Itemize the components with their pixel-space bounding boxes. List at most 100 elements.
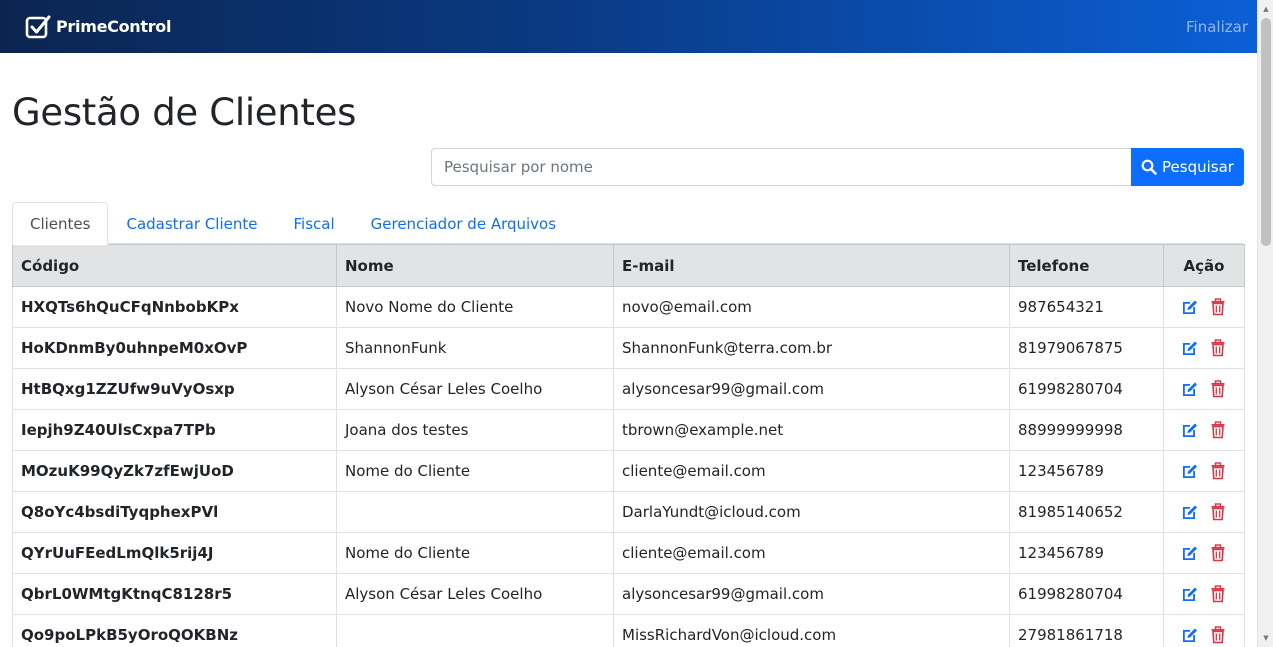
cell-email: cliente@email.com: [613, 532, 1010, 574]
search-input[interactable]: [431, 148, 1131, 186]
cell-nome: [336, 491, 614, 533]
edit-icon[interactable]: [1181, 503, 1199, 521]
checkbox-logo-icon: [25, 15, 51, 38]
trash-icon[interactable]: [1209, 503, 1227, 521]
cell-telefone: 88999999998: [1009, 409, 1164, 451]
cell-codigo: QYrUuFEedLmQlk5rij4J: [12, 532, 337, 574]
column-header-telefone: Telefone: [1009, 244, 1164, 287]
edit-icon[interactable]: [1181, 421, 1199, 439]
trash-icon[interactable]: [1209, 339, 1227, 357]
cell-codigo: MOzuK99QyZk7zfEwjUoD: [12, 450, 337, 492]
cell-codigo: Qo9poLPkB5yOroQOKBNz: [12, 614, 337, 647]
search-button-label: Pesquisar: [1162, 158, 1234, 176]
cell-email: alysoncesar99@gmail.com: [613, 368, 1010, 410]
tab-fiscal[interactable]: Fiscal: [276, 202, 353, 244]
table-body: HXQTs6hQuCFqNnbobKPx Novo Nome do Cliente…: [12, 286, 1245, 647]
cell-acao: [1163, 409, 1245, 451]
trash-icon[interactable]: [1209, 421, 1227, 439]
cell-nome: Nome do Cliente: [336, 532, 614, 574]
table-row: Qo9poLPkB5yOroQOKBNz MissRichardVon@iclou…: [12, 614, 1245, 647]
scroll-down-arrow-icon[interactable]: ▼: [1258, 631, 1273, 645]
cell-nome: Nome do Cliente: [336, 450, 614, 492]
cell-email: cliente@email.com: [613, 450, 1010, 492]
scroll-up-arrow-icon[interactable]: ▲: [1258, 2, 1273, 16]
cell-email: novo@email.com: [613, 286, 1010, 328]
cell-nome: [336, 614, 614, 647]
trash-icon[interactable]: [1209, 380, 1227, 398]
column-header-codigo: Código: [12, 244, 337, 287]
cell-telefone: 61998280704: [1009, 368, 1164, 410]
table-row: HXQTs6hQuCFqNnbobKPx Novo Nome do Cliente…: [12, 286, 1245, 328]
column-header-acao: Ação: [1163, 244, 1245, 287]
cell-telefone: 123456789: [1009, 450, 1164, 492]
edit-icon[interactable]: [1181, 339, 1199, 357]
edit-icon[interactable]: [1181, 380, 1199, 398]
trash-icon[interactable]: [1209, 298, 1227, 316]
cell-acao: [1163, 327, 1245, 369]
cell-codigo: HoKDnmBy0uhnpeM0xOvP: [12, 327, 337, 369]
cell-telefone: 123456789: [1009, 532, 1164, 574]
tab-cadastrar-cliente[interactable]: Cadastrar Cliente: [108, 202, 275, 244]
trash-icon[interactable]: [1209, 585, 1227, 603]
search-group: Pesquisar: [431, 148, 1244, 186]
column-header-nome: Nome: [336, 244, 614, 287]
cell-codigo: Iepjh9Z40UlsCxpa7TPb: [12, 409, 337, 451]
edit-icon[interactable]: [1181, 298, 1199, 316]
table-header-row: Código Nome E-mail Telefone Ação: [12, 244, 1245, 287]
tab-clientes[interactable]: Clientes: [12, 202, 109, 245]
cell-acao: [1163, 491, 1245, 533]
cell-telefone: 61998280704: [1009, 573, 1164, 615]
cell-acao: [1163, 450, 1245, 492]
page-title: Gestão de Clientes: [12, 91, 357, 134]
cell-nome: Joana dos testes: [336, 409, 614, 451]
cell-nome: Novo Nome do Cliente: [336, 286, 614, 328]
cell-email: MissRichardVon@icloud.com: [613, 614, 1010, 647]
trash-icon[interactable]: [1209, 544, 1227, 562]
cell-codigo: HtBQxg1ZZUfw9uVyOsxp: [12, 368, 337, 410]
brand-name: PrimeControl: [56, 17, 172, 36]
scroll-thumb[interactable]: [1261, 18, 1271, 246]
table-row: Q8oYc4bsdiTyqphexPVl DarlaYundt@icloud.co…: [12, 491, 1245, 533]
cell-acao: [1163, 573, 1245, 615]
table-row: HoKDnmBy0uhnpeM0xOvP ShannonFunk ShannonFu…: [12, 327, 1245, 369]
table-row: MOzuK99QyZk7zfEwjUoD Nome do Cliente clien…: [12, 450, 1245, 492]
clients-table: Código Nome E-mail Telefone Ação HXQTs6h…: [12, 244, 1245, 647]
tab-gerenciador-de-arquivos[interactable]: Gerenciador de Arquivos: [353, 202, 574, 244]
cell-codigo: QbrL0WMtgKtnqC8128r5: [12, 573, 337, 615]
cell-email: ShannonFunk@terra.com.br: [613, 327, 1010, 369]
edit-icon[interactable]: [1181, 585, 1199, 603]
trash-icon[interactable]: [1209, 626, 1227, 644]
cell-email: tbrown@example.net: [613, 409, 1010, 451]
finalizar-link[interactable]: Finalizar: [1186, 18, 1248, 36]
main-content: Gestão de Clientes Pesquisar Clientes Ca…: [12, 53, 1245, 647]
column-header-email: E-mail: [613, 244, 1010, 287]
cell-codigo: Q8oYc4bsdiTyqphexPVl: [12, 491, 337, 533]
cell-acao: [1163, 368, 1245, 410]
table-row: QYrUuFEedLmQlk5rij4J Nome do Cliente clien…: [12, 532, 1245, 574]
trash-icon[interactable]: [1209, 462, 1227, 480]
edit-icon[interactable]: [1181, 544, 1199, 562]
cell-email: DarlaYundt@icloud.com: [613, 491, 1010, 533]
tab-bar: Clientes Cadastrar Cliente Fiscal Gerenc…: [12, 202, 1244, 245]
search-row: Pesquisar: [12, 148, 1244, 186]
cell-nome: Alyson César Leles Coelho: [336, 573, 614, 615]
table-row: Iepjh9Z40UlsCxpa7TPb Joana dos testes tbro…: [12, 409, 1245, 451]
cell-nome: ShannonFunk: [336, 327, 614, 369]
edit-icon[interactable]: [1181, 626, 1199, 644]
cell-email: alysoncesar99@gmail.com: [613, 573, 1010, 615]
cell-telefone: 987654321: [1009, 286, 1164, 328]
search-button[interactable]: Pesquisar: [1131, 148, 1244, 186]
cell-telefone: 81985140652: [1009, 491, 1164, 533]
brand[interactable]: PrimeControl: [24, 13, 171, 41]
navbar: PrimeControl Finalizar: [0, 0, 1257, 53]
cell-nome: Alyson César Leles Coelho: [336, 368, 614, 410]
table-row: QbrL0WMtgKtnqC8128r5 Alyson César Leles C…: [12, 573, 1245, 615]
cell-acao: [1163, 532, 1245, 574]
cell-telefone: 27981861718: [1009, 614, 1164, 647]
cell-acao: [1163, 286, 1245, 328]
vertical-scrollbar[interactable]: ▲ ▼: [1257, 0, 1273, 647]
table-row: HtBQxg1ZZUfw9uVyOsxp Alyson César Leles C…: [12, 368, 1245, 410]
cell-telefone: 81979067875: [1009, 327, 1164, 369]
edit-icon[interactable]: [1181, 462, 1199, 480]
cell-acao: [1163, 614, 1245, 647]
